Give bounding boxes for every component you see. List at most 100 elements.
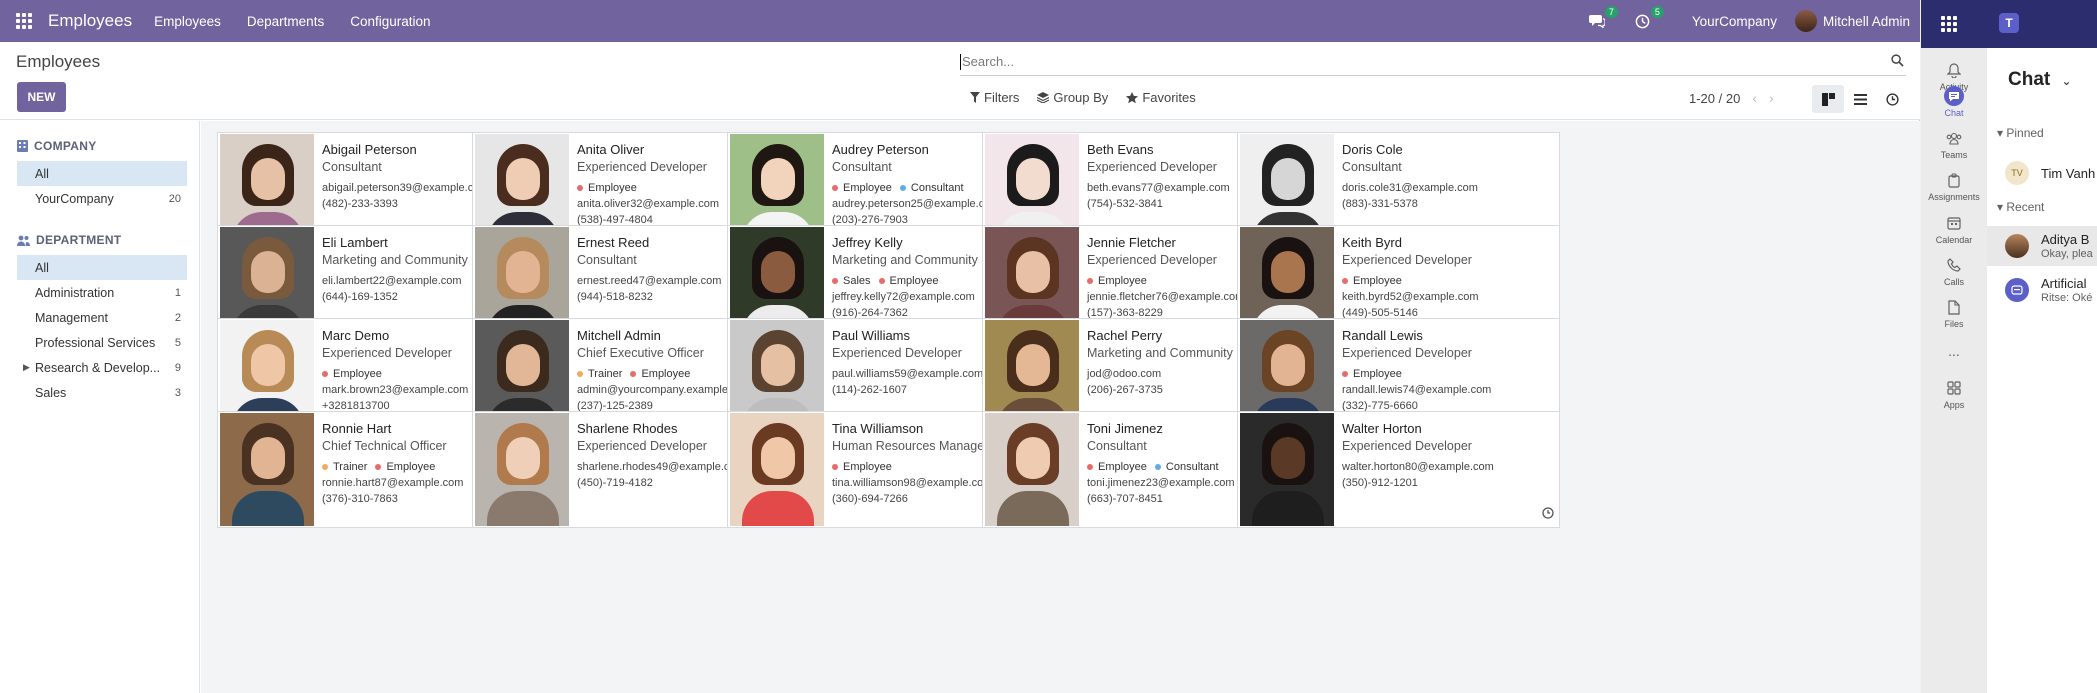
company-item-yourcompany[interactable]: YourCompany 20 [17, 186, 187, 211]
groupby-button[interactable]: Group By [1037, 90, 1108, 105]
company-item-label: All [35, 166, 49, 181]
employee-phone: (360)-694-7266 [832, 493, 908, 505]
rail-calls[interactable]: Calls [1921, 255, 1987, 287]
chat-row-recent[interactable]: Aditya B Okay, plea [1987, 226, 2097, 266]
employee-phone: (376)-310-7863 [322, 493, 398, 505]
teams-icon [1944, 128, 1964, 148]
favorites-button[interactable]: Favorites [1126, 90, 1196, 105]
rail-teams[interactable]: Teams [1921, 128, 1987, 160]
building-icon [17, 140, 28, 152]
employee-job-title: Chief Technical Officer [322, 439, 447, 453]
employee-name: Walter Horton [1342, 421, 1422, 436]
filters-label: Filters [984, 90, 1020, 105]
activity-badge: 5 [1650, 6, 1664, 18]
employee-name: Keith Byrd [1342, 235, 1402, 250]
chat-row-recent[interactable]: Artificial Ritse: Oké [1987, 270, 2097, 310]
app-brand[interactable]: Employees [48, 11, 132, 31]
menu-configuration[interactable]: Configuration [350, 14, 430, 29]
tag-dot [1342, 278, 1348, 284]
chat-preview: Ritse: Oké [2041, 292, 2093, 304]
pinned-section[interactable]: ▾ Pinned [1997, 126, 2044, 140]
chat-row-pinned[interactable]: TV Tim Vanh [1987, 153, 2097, 193]
employee-card[interactable]: Walter Horton Experienced Developer walter… [1237, 411, 1560, 528]
company-filter: COMPANY All YourCompany 20 [17, 139, 187, 211]
tag-label: Sales [843, 275, 871, 287]
employee-job-title: Consultant [832, 160, 892, 174]
employee-photo [730, 413, 824, 526]
employee-email: anita.oliver32@example.com [577, 198, 720, 210]
department-item-sales[interactable]: Sales 3 [17, 380, 187, 405]
expand-caret-icon[interactable]: ▶ [23, 362, 30, 373]
activity-icon [1944, 60, 1964, 80]
employee-email: jennie.fletcher76@example.com [1087, 291, 1245, 303]
app-menu-icon[interactable] [0, 0, 48, 42]
pager-previous[interactable]: ‹ [1752, 90, 1757, 106]
activity-view-icon[interactable] [1876, 85, 1908, 113]
company-item-all[interactable]: All [17, 161, 187, 186]
waffle-icon[interactable] [1941, 16, 1957, 32]
rail-assignments[interactable]: Assignments [1921, 170, 1987, 202]
employee-name: Ernest Reed [577, 235, 650, 250]
rail-more[interactable]: ... [1921, 343, 1987, 359]
files-icon [1944, 297, 1964, 317]
menu-departments[interactable]: Departments [247, 14, 324, 29]
employee-phone: (350)-912-1201 [1342, 477, 1418, 489]
tag-list: Employee [322, 368, 390, 380]
tag-label: Employee [1353, 368, 1402, 380]
activity-clock-icon[interactable] [1542, 507, 1554, 522]
rail-label: Calendar [1935, 235, 1973, 245]
avatar [2005, 234, 2029, 258]
layers-icon [1037, 92, 1050, 103]
department-item-label: Professional Services [35, 335, 156, 350]
tag-label: Trainer [333, 461, 368, 473]
tag-label: Employee [1098, 461, 1147, 473]
department-item-label: All [35, 260, 49, 275]
activity-clock-icon[interactable]: 5 [1632, 6, 1664, 32]
employee-name: Marc Demo [322, 328, 390, 343]
chat-title[interactable]: Chat ⌄ [2008, 69, 2072, 91]
rail-label: Teams [1940, 150, 1968, 160]
user-menu[interactable]: Mitchell Admin [1794, 10, 1910, 32]
employee-phone: (450)-719-4182 [577, 477, 653, 489]
rail-apps[interactable]: Apps [1921, 378, 1987, 410]
chat-name: Tim Vanh [2041, 166, 2096, 181]
employee-job-title: Experienced Developer [322, 346, 452, 360]
search-input[interactable] [962, 49, 1862, 74]
tag-label: Employee [889, 275, 939, 287]
new-button[interactable]: NEW [17, 82, 66, 112]
rail-chat[interactable]: Chat [1921, 86, 1987, 118]
tag-label: Employee [843, 461, 892, 473]
employee-tag: Employee [1342, 275, 1402, 287]
recent-section[interactable]: ▾ Recent [1997, 200, 2044, 214]
kanban-view-icon[interactable] [1812, 85, 1844, 113]
filters-button[interactable]: Filters [970, 90, 1019, 105]
tag-dot [1087, 464, 1093, 470]
caret-icon: ▾ [1997, 126, 2007, 140]
department-item-management[interactable]: Management 2 [17, 305, 187, 330]
tag-list: Sales Employee [832, 275, 946, 287]
tag-label: Employee [386, 461, 436, 473]
employee-phone: (206)-267-3735 [1087, 384, 1163, 396]
employee-photo [220, 413, 314, 526]
tag-list: Employee [1342, 368, 1410, 380]
department-item-administration[interactable]: Administration 1 [17, 280, 187, 305]
search-icon[interactable] [1891, 54, 1904, 70]
department-item-all[interactable]: All [17, 255, 187, 280]
tag-list: Employee [832, 461, 900, 473]
employee-email: keith.byrd52@example.com [1342, 291, 1479, 303]
rail-label: Assignments [1928, 192, 1980, 202]
chat-name: Aditya B [2041, 232, 2090, 247]
pager-next[interactable]: › [1769, 90, 1774, 106]
menu-employees[interactable]: Employees [154, 14, 221, 29]
department-item-professional-services[interactable]: Professional Services 5 [17, 330, 187, 355]
rail-calendar[interactable]: Calendar [1921, 213, 1987, 245]
pager-value[interactable]: 1-20 / 20 [1689, 91, 1740, 106]
list-view-icon[interactable] [1844, 85, 1876, 113]
employee-tag: Consultant [899, 182, 964, 194]
rail-files[interactable]: Files [1921, 297, 1987, 329]
department-item-research-development[interactable]: ▶ Research & Develop... 9 [17, 355, 187, 380]
employee-phone: (754)-532-3841 [1087, 198, 1163, 210]
employee-name: Beth Evans [1087, 142, 1154, 157]
messaging-icon[interactable]: 7 [1586, 6, 1618, 32]
company-switcher[interactable]: YourCompany [1692, 14, 1777, 29]
